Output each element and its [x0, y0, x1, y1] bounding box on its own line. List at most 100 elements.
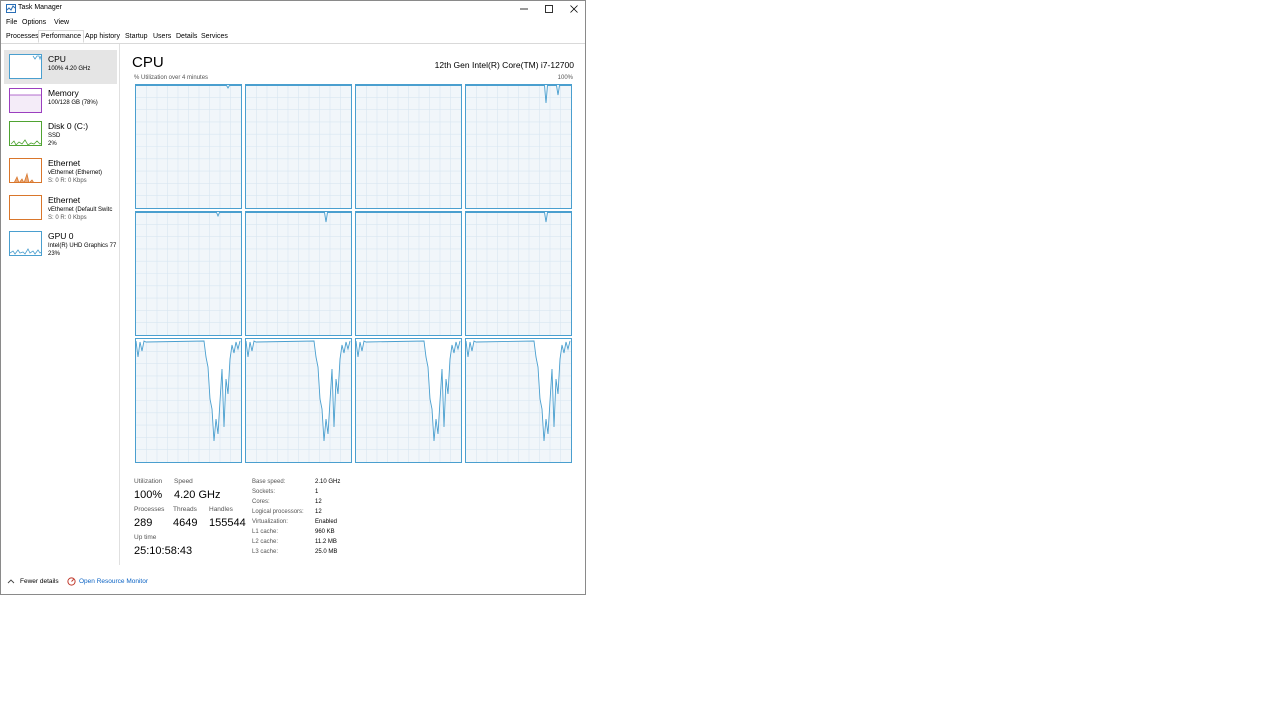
processes-label: Processes [134, 506, 165, 513]
spec-label: L3 cache: [252, 549, 279, 555]
sidebar-item-gpu[interactable]: GPU 0 Intel(R) UHD Graphics 77 23% [4, 227, 117, 261]
sidebar-item-detail: 2% [48, 141, 57, 147]
sidebar-item-ethernet-2[interactable]: Ethernet vEthernet (Default Switc S: 0 R… [4, 191, 117, 225]
core-graph [465, 84, 572, 209]
threads-value: 4649 [173, 517, 198, 529]
sidebar-item-label: GPU 0 [48, 231, 74, 241]
memory-thumbnail-graph [9, 88, 42, 113]
spec-value: 25.0 MB [315, 549, 338, 555]
handles-value: 155544 [209, 517, 246, 529]
page-title: CPU [132, 54, 164, 71]
sidebar-item-label: Memory [48, 88, 79, 98]
tab-processes[interactable]: Processes [4, 31, 41, 42]
tab-startup[interactable]: Startup [123, 31, 150, 42]
sidebar-item-detail: 23% [48, 251, 61, 257]
sidebar-item-detail: 100/128 GB (78%) [48, 100, 98, 106]
tab-users[interactable]: Users [151, 31, 173, 42]
core-graph [465, 211, 572, 336]
menu-options[interactable]: Options [22, 19, 46, 26]
processes-value: 289 [134, 517, 153, 529]
sidebar-item-memory[interactable]: Memory 100/128 GB (78%) [4, 84, 117, 118]
resource-monitor-icon [67, 577, 76, 586]
menu-bar: File Options View [1, 18, 585, 30]
maximize-button[interactable] [536, 1, 561, 17]
spec-value: 2.10 GHz [315, 479, 341, 485]
resource-sidebar: CPU 100% 4.20 GHz Memory 100/128 GB (78%… [1, 44, 120, 565]
core-graph [465, 338, 572, 463]
threads-label: Threads [173, 506, 197, 513]
core-graph [245, 84, 352, 209]
spec-label: Virtualization: [252, 519, 288, 525]
minimize-button[interactable] [511, 1, 536, 17]
sidebar-item-throughput: S: 0 R: 0 Kbps [48, 178, 87, 184]
footer-bar: Fewer details Open Resource Monitor [1, 565, 585, 594]
spec-label: Sockets: [252, 489, 276, 495]
utilization-value: 100% [134, 489, 163, 501]
menu-file[interactable]: File [6, 19, 17, 26]
logical-processor-graphs [135, 84, 573, 464]
cpu-detail-panel: CPU 12th Gen Intel(R) Core(TM) i7-12700 … [120, 44, 585, 565]
sidebar-item-detail: 100% 4.20 GHz [48, 66, 91, 72]
ethernet-thumbnail-graph [9, 158, 42, 183]
core-graph [245, 338, 352, 463]
sidebar-item-throughput: S: 0 R: 0 Kbps [48, 215, 87, 221]
core-graph [135, 84, 242, 209]
utilization-label: Utilization [134, 478, 163, 485]
task-manager-window: Task Manager File Options View Processes… [0, 0, 586, 595]
speed-value: 4.20 GHz [174, 489, 221, 501]
spec-value: 11.2 MB [315, 539, 337, 545]
close-button[interactable] [561, 1, 586, 17]
title-bar[interactable]: Task Manager [1, 1, 585, 17]
spec-label: Cores: [252, 499, 270, 505]
sidebar-item-label: Disk 0 (C:) [48, 121, 89, 131]
core-graph [355, 338, 462, 463]
tab-details[interactable]: Details [174, 31, 199, 42]
spec-value: 12 [315, 509, 322, 515]
menu-view[interactable]: View [54, 19, 69, 26]
spec-value: 960 KB [315, 529, 335, 535]
uptime-value: 25:10:58:43 [134, 545, 193, 557]
tab-strip: Processes Performance App history Startu… [1, 30, 585, 44]
sidebar-item-detail: vEthernet (Default Switc [48, 207, 113, 213]
tab-app-history[interactable]: App history [83, 31, 122, 42]
sidebar-item-detail: SSD [48, 133, 61, 139]
spec-label: Logical processors: [252, 509, 304, 515]
spec-value: 1 [315, 489, 319, 495]
sidebar-item-label: Ethernet [48, 195, 81, 205]
sidebar-item-detail: vEthernet (Ethernet) [48, 170, 103, 176]
uptime-label: Up time [134, 534, 157, 541]
minimize-icon [519, 8, 528, 10]
sidebar-item-disk[interactable]: Disk 0 (C:) SSD 2% [4, 117, 117, 151]
disk-thumbnail-graph [9, 121, 42, 146]
spec-label: L2 cache: [252, 539, 279, 545]
spec-value: Enabled [315, 519, 338, 525]
utilization-max-label: 100% [557, 75, 573, 81]
maximize-icon [544, 5, 553, 13]
spec-label: L1 cache: [252, 529, 279, 535]
cpu-thumbnail-graph [9, 54, 42, 79]
sidebar-item-detail: Intel(R) UHD Graphics 77 [48, 243, 117, 249]
spec-value: 12 [315, 499, 322, 505]
chevron-up-icon[interactable] [7, 578, 15, 584]
core-graph [245, 211, 352, 336]
core-graph [135, 338, 242, 463]
sidebar-item-label: Ethernet [48, 158, 81, 168]
utilization-graph-label: % Utilization over 4 minutes [134, 75, 209, 81]
close-icon [569, 5, 578, 13]
core-graph [135, 211, 242, 336]
speed-label: Speed [174, 478, 193, 485]
core-graph [355, 84, 462, 209]
sidebar-item-label: CPU [48, 54, 66, 64]
window-title: Task Manager [18, 4, 62, 11]
handles-label: Handles [209, 506, 233, 513]
open-resource-monitor-link[interactable]: Open Resource Monitor [79, 578, 148, 585]
tab-performance[interactable]: Performance [38, 30, 85, 43]
sidebar-item-ethernet-1[interactable]: Ethernet vEthernet (Ethernet) S: 0 R: 0 … [4, 154, 117, 188]
task-manager-app-icon [6, 4, 16, 13]
tab-services[interactable]: Services [199, 31, 230, 42]
sidebar-item-cpu[interactable]: CPU 100% 4.20 GHz [4, 50, 117, 84]
core-graph [355, 211, 462, 336]
gpu-thumbnail-graph [9, 231, 42, 256]
fewer-details-link[interactable]: Fewer details [20, 578, 59, 585]
spec-label: Base speed: [252, 479, 286, 485]
